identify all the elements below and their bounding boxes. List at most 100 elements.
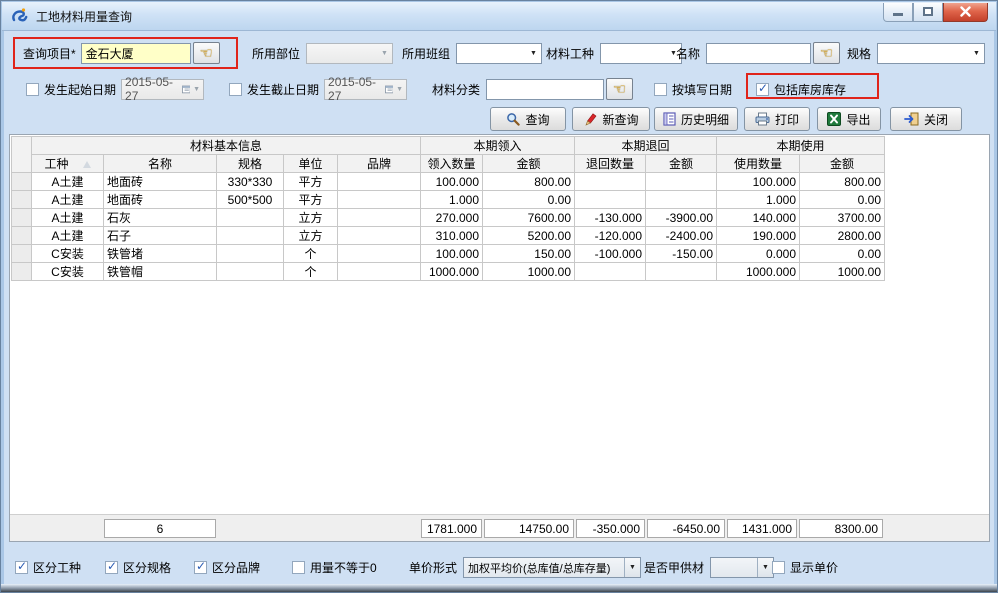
- cell: 石灰: [104, 209, 217, 227]
- end-date-checkbox[interactable]: [229, 83, 242, 96]
- end-date-group: 发生截止日期 2015-05-27 ▼: [229, 78, 407, 100]
- distinguish-worktype-checkbox[interactable]: [15, 561, 28, 574]
- cell: 2800.00: [800, 227, 885, 245]
- column-header-returned-amount[interactable]: 金额: [646, 155, 717, 173]
- cell: [338, 209, 421, 227]
- distinguish-brand-label: 区分品牌: [212, 559, 260, 576]
- project-label: 查询项目*: [23, 45, 76, 62]
- row-selector[interactable]: [12, 263, 32, 281]
- price-form-group: 单价形式 加权平均价(总库值/总库存量)▼: [409, 557, 641, 578]
- history-icon: [663, 112, 676, 126]
- table-row[interactable]: C安装铁管帽个1000.0001000.001000.0001000.00: [12, 263, 885, 281]
- row-selector[interactable]: [12, 191, 32, 209]
- column-header-unit[interactable]: 单位: [284, 155, 338, 173]
- new-query-button[interactable]: 新查询: [572, 107, 650, 131]
- column-header-received-amount[interactable]: 金额: [483, 155, 575, 173]
- distinguish-spec-checkbox[interactable]: [105, 561, 118, 574]
- results-grid-panel: 材料基本信息 本期领入 本期退回 本期使用 工种 名称 规格 单位 品牌 领入数…: [9, 134, 990, 542]
- category-picker-button[interactable]: ☜: [606, 78, 633, 100]
- name-input[interactable]: [706, 43, 811, 64]
- material-type-select[interactable]: ▼: [600, 43, 682, 64]
- cell: [338, 191, 421, 209]
- cell: [338, 245, 421, 263]
- show-price-checkbox[interactable]: [772, 561, 785, 574]
- cell: 5200.00: [483, 227, 575, 245]
- distinguish-worktype-group: 区分工种: [15, 557, 81, 578]
- start-date-input: 2015-05-27 ▼: [121, 79, 204, 100]
- row-selector[interactable]: [12, 209, 32, 227]
- column-header-name[interactable]: 名称: [104, 155, 217, 173]
- start-date-label: 发生起始日期: [44, 81, 116, 98]
- chevron-down-icon: ▼: [624, 558, 640, 577]
- row-selector[interactable]: [12, 173, 32, 191]
- close-window-button[interactable]: 关闭: [890, 107, 962, 131]
- start-date-checkbox[interactable]: [26, 83, 39, 96]
- cell: 7600.00: [483, 209, 575, 227]
- table-row[interactable]: A土建地面砖500*500平方1.0000.001.0000.00: [12, 191, 885, 209]
- project-field-group: 查询项目* 金石大厦 ☜: [23, 42, 220, 64]
- calendar-icon: [182, 84, 191, 94]
- row-selector[interactable]: [12, 227, 32, 245]
- summary-used-amount: 8300.00: [799, 519, 883, 538]
- distinguish-worktype-label: 区分工种: [33, 559, 81, 576]
- table-row[interactable]: C安装铁管堵个100.000150.00-100.000-150.000.000…: [12, 245, 885, 263]
- row-selector[interactable]: [12, 245, 32, 263]
- project-picker-button[interactable]: ☜: [193, 42, 220, 64]
- category-label: 材料分类: [432, 81, 480, 98]
- project-input[interactable]: 金石大厦: [81, 43, 191, 64]
- cell: -150.00: [646, 245, 717, 263]
- cell: 270.000: [421, 209, 483, 227]
- distinguish-brand-checkbox[interactable]: [194, 561, 207, 574]
- cell: -3900.00: [646, 209, 717, 227]
- table-row[interactable]: A土建石子立方310.0005200.00-120.000-2400.00190…: [12, 227, 885, 245]
- cell: [338, 173, 421, 191]
- table-row[interactable]: A土建地面砖330*330平方100.000800.00100.000800.0…: [12, 173, 885, 191]
- export-excel-icon: [827, 112, 841, 126]
- team-select[interactable]: ▼: [456, 43, 542, 64]
- column-header-worktype[interactable]: 工种: [32, 155, 104, 173]
- cell: [646, 191, 717, 209]
- cell: 800.00: [800, 173, 885, 191]
- cell: [217, 245, 284, 263]
- cell: 石子: [104, 227, 217, 245]
- end-date-label: 发生截止日期: [247, 81, 319, 98]
- cell: A土建: [32, 173, 104, 191]
- cell: 190.000: [717, 227, 800, 245]
- close-door-icon: [904, 112, 919, 126]
- column-header-used-amount[interactable]: 金额: [800, 155, 885, 173]
- cell: 3700.00: [800, 209, 885, 227]
- table-row[interactable]: A土建石灰立方270.0007600.00-130.000-3900.00140…: [12, 209, 885, 227]
- by-fill-date-group: 按填写日期: [654, 78, 732, 100]
- close-button[interactable]: [943, 3, 988, 22]
- print-button[interactable]: 打印: [744, 107, 810, 131]
- query-button[interactable]: 查询: [490, 107, 566, 131]
- group-header-received: 本期领入: [421, 137, 575, 155]
- category-input[interactable]: [486, 79, 604, 100]
- by-fill-date-checkbox[interactable]: [654, 83, 667, 96]
- usage-not-zero-checkbox[interactable]: [292, 561, 305, 574]
- chevron-down-icon: ▼: [377, 50, 392, 57]
- supply-select[interactable]: ▼: [710, 557, 774, 578]
- minimize-button[interactable]: [883, 3, 913, 22]
- hand-pointer-icon: ☜: [199, 44, 212, 62]
- history-detail-button[interactable]: 历史明细: [654, 107, 738, 131]
- summary-received-qty: 1781.000: [421, 519, 482, 538]
- price-form-select[interactable]: 加权平均价(总库值/总库存量)▼: [463, 557, 641, 578]
- spec-select[interactable]: ▼: [877, 43, 985, 64]
- close-icon: [960, 6, 971, 17]
- grid-body: A土建地面砖330*330平方100.000800.00100.000800.0…: [12, 173, 885, 281]
- maximize-button[interactable]: [913, 3, 943, 22]
- column-header-received-qty[interactable]: 领入数量: [421, 155, 483, 173]
- column-header-used-qty[interactable]: 使用数量: [717, 155, 800, 173]
- column-header-returned-qty[interactable]: 退回数量: [575, 155, 646, 173]
- column-header-brand[interactable]: 品牌: [338, 155, 421, 173]
- export-button[interactable]: 导出: [817, 107, 881, 131]
- name-picker-button[interactable]: ☜: [813, 42, 840, 64]
- column-header-spec[interactable]: 规格: [217, 155, 284, 173]
- cell: 1000.00: [483, 263, 575, 281]
- include-warehouse-checkbox[interactable]: [756, 83, 769, 96]
- cell: 0.00: [800, 191, 885, 209]
- cell: [575, 173, 646, 191]
- cell: 310.000: [421, 227, 483, 245]
- category-field-group: 材料分类 ☜: [432, 78, 633, 100]
